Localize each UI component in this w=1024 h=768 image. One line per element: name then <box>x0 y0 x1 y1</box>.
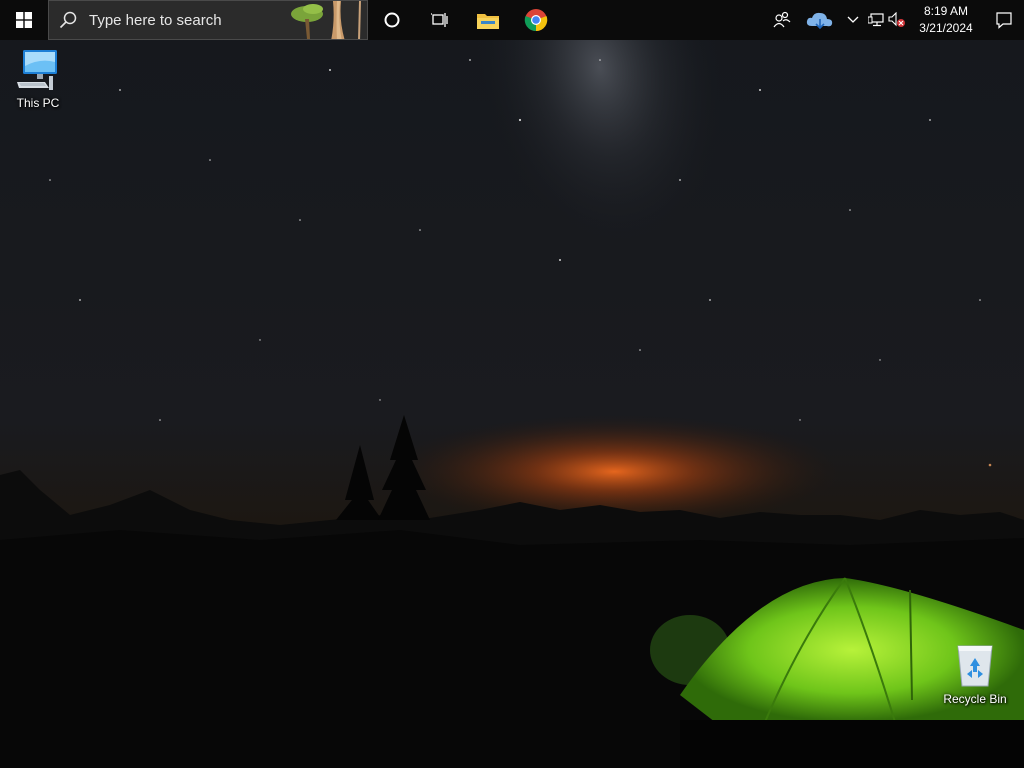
cortana-icon <box>384 12 400 28</box>
desktop-screen: Type here to search 8:19 AM 3/21/2024 Th… <box>0 0 1024 768</box>
chrome-button[interactable] <box>512 0 560 40</box>
chevron-up-icon <box>847 16 859 23</box>
search-placeholder: Type here to search <box>89 11 222 29</box>
search-highlight-illustration <box>287 1 367 39</box>
show-hidden-icons-button[interactable] <box>840 0 866 40</box>
onedrive-cloud-icon <box>806 12 833 30</box>
recycle-bin-icon <box>957 645 993 687</box>
network-button[interactable] <box>866 0 886 40</box>
file-explorer-icon <box>477 14 499 29</box>
search-box[interactable]: Type here to search <box>48 0 368 40</box>
people-icon <box>773 11 791 28</box>
cortana-button[interactable] <box>368 0 416 40</box>
start-button[interactable] <box>0 0 48 40</box>
people-button[interactable] <box>764 0 800 40</box>
action-center-button[interactable] <box>984 0 1024 40</box>
network-icon <box>868 13 884 27</box>
desktop-icon-this-pc[interactable]: This PC <box>0 48 76 110</box>
onedrive-button[interactable] <box>800 0 840 40</box>
clock-time: 8:19 AM <box>923 4 969 18</box>
desktop-icon-recycle-bin[interactable]: Recycle Bin <box>937 642 1013 706</box>
clock[interactable]: 8:19 AM 3/21/2024 <box>908 0 984 40</box>
search-icon <box>59 11 79 29</box>
computer-icon <box>17 50 57 90</box>
windows-logo-icon <box>16 12 32 28</box>
volume-button[interactable] <box>886 0 908 40</box>
clock-date: 3/21/2024 <box>919 21 973 35</box>
volume-muted-icon <box>888 12 905 27</box>
file-explorer-button[interactable] <box>464 0 512 40</box>
task-view-button[interactable] <box>416 0 464 40</box>
desktop-icon-label: This PC <box>16 96 60 110</box>
chrome-icon <box>524 9 548 32</box>
notification-icon <box>996 12 1012 29</box>
taskbar: Type here to search 8:19 AM 3/21/2024 <box>0 0 1024 40</box>
task-view-icon <box>431 13 448 27</box>
desktop-wallpaper <box>0 0 1024 768</box>
desktop-icon-label: Recycle Bin <box>943 692 1007 706</box>
